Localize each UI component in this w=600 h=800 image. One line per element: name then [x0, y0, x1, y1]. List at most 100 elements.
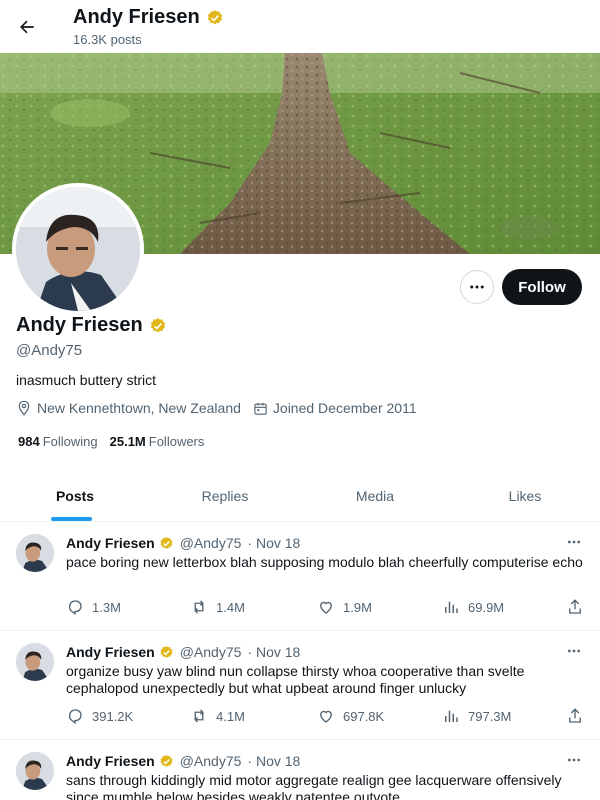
- profile-name-text: Andy Friesen: [16, 314, 143, 336]
- share-button[interactable]: [566, 707, 584, 725]
- verified-badge-icon: [160, 536, 173, 549]
- tab-posts[interactable]: Posts: [0, 470, 150, 521]
- views-button[interactable]: 69.9M: [442, 598, 504, 616]
- follow-stats: 984 Following 25.1M Followers: [18, 434, 204, 449]
- share-button[interactable]: [566, 598, 584, 616]
- heart-icon: [320, 601, 332, 614]
- profile-tabs: Posts Replies Media Likes: [0, 470, 600, 522]
- avatar-image: [16, 752, 54, 790]
- back-button[interactable]: [10, 10, 44, 44]
- share-icon: [569, 708, 581, 723]
- post-author-name[interactable]: Andy Friesen: [66, 644, 155, 660]
- post-item[interactable]: Andy Friesen @Andy75 · Nov 18 sans throu…: [0, 740, 600, 800]
- verified-badge-icon: [160, 754, 173, 767]
- reply-button[interactable]: 1.3M: [66, 598, 121, 616]
- avatar-image: [16, 187, 140, 311]
- post-more-button[interactable]: [562, 532, 586, 552]
- post-header: Andy Friesen @Andy75 · Nov 18: [66, 644, 300, 660]
- follow-button[interactable]: Follow: [502, 269, 582, 305]
- tab-likes[interactable]: Likes: [450, 470, 600, 521]
- post-date[interactable]: · Nov 18: [247, 753, 300, 769]
- post-avatar[interactable]: [16, 752, 54, 790]
- location-item: New Kennethtown, New Zealand: [16, 400, 241, 416]
- post-date[interactable]: · Nov 18: [247, 644, 300, 660]
- repost-button[interactable]: 4.1M: [190, 707, 245, 725]
- more-dots-icon: [568, 758, 580, 762]
- followers-count: 25.1M: [109, 434, 146, 449]
- tab-label: Media: [355, 487, 395, 504]
- joined-item: Joined December 2011: [253, 400, 417, 416]
- following-count: 984: [18, 434, 40, 449]
- post-item[interactable]: Andy Friesen @Andy75 · Nov 18 pace borin…: [0, 522, 600, 631]
- post-author-handle[interactable]: @Andy75: [180, 753, 242, 769]
- post-author-handle[interactable]: @Andy75: [180, 644, 242, 660]
- analytics-icon: [445, 601, 458, 613]
- repost-icon: [194, 600, 204, 614]
- followers-link[interactable]: 25.1M Followers: [110, 434, 205, 449]
- repost-count: 4.1M: [216, 708, 245, 724]
- tab-label: Posts: [55, 487, 95, 504]
- avatar-image: [16, 534, 54, 572]
- repost-icon: [194, 709, 204, 723]
- following-link[interactable]: 984 Following: [18, 434, 98, 449]
- verified-badge-icon: [160, 645, 173, 658]
- more-dots-icon: [470, 285, 484, 289]
- active-tab-indicator: [51, 517, 92, 521]
- profile-avatar[interactable]: [12, 183, 144, 315]
- joined-text: Joined December 2011: [272, 400, 417, 416]
- reply-count: 391.2K: [92, 708, 134, 724]
- post-author-name[interactable]: Andy Friesen: [66, 535, 155, 551]
- tab-replies[interactable]: Replies: [150, 470, 300, 521]
- like-count: 1.9M: [343, 599, 372, 615]
- reply-button[interactable]: 391.2K: [66, 707, 133, 725]
- post-more-button[interactable]: [562, 750, 586, 770]
- tab-label: Replies: [201, 487, 249, 504]
- more-options-button[interactable]: [460, 270, 494, 304]
- views-button[interactable]: 797.3M: [442, 707, 511, 725]
- tab-label: Likes: [508, 487, 542, 504]
- header-post-count: 16.3K posts: [73, 32, 142, 47]
- like-button[interactable]: 697.8K: [317, 707, 384, 725]
- views-count: 797.3M: [468, 708, 512, 724]
- repost-button[interactable]: 1.4M: [190, 598, 245, 616]
- header-title: Andy Friesen: [73, 6, 224, 29]
- like-button[interactable]: 1.9M: [317, 598, 372, 616]
- post-actions: 1.3M 1.4M 1.9M 69.9M: [66, 598, 592, 618]
- more-dots-icon: [568, 649, 580, 653]
- more-dots-icon: [568, 540, 580, 544]
- post-text: organize busy yaw blind nun collapse thi…: [66, 663, 525, 696]
- post-text: sans through kiddingly mid motor aggrega…: [66, 772, 562, 800]
- tab-media[interactable]: Media: [300, 470, 450, 521]
- profile-meta: New Kennethtown, New Zealand Joined Dece…: [16, 400, 429, 416]
- post-more-button[interactable]: [562, 641, 586, 661]
- heart-icon: [320, 710, 332, 723]
- analytics-icon: [445, 710, 458, 722]
- views-count: 69.9M: [468, 599, 505, 615]
- post-header: Andy Friesen @Andy75 · Nov 18: [66, 753, 300, 769]
- reply-icon: [69, 709, 82, 725]
- post-author-handle[interactable]: @Andy75: [180, 535, 242, 551]
- avatar-image: [16, 643, 54, 681]
- post-avatar[interactable]: [16, 643, 54, 681]
- share-icon: [569, 599, 581, 614]
- following-label: Following: [42, 434, 98, 449]
- reply-icon: [69, 600, 82, 616]
- post-item[interactable]: Andy Friesen @Andy75 · Nov 18 organize b…: [0, 631, 600, 740]
- calendar-icon: [254, 402, 267, 415]
- post-header: Andy Friesen @Andy75 · Nov 18: [66, 535, 300, 551]
- repost-count: 1.4M: [216, 599, 245, 615]
- like-count: 697.8K: [343, 708, 385, 724]
- post-text: pace boring new letterbox blah supposing…: [66, 554, 583, 570]
- post-avatar[interactable]: [16, 534, 54, 572]
- reply-count: 1.3M: [92, 599, 121, 615]
- location-pin-icon: [18, 400, 30, 416]
- verified-badge-icon: [207, 9, 222, 24]
- followers-label: Followers: [148, 434, 205, 449]
- arrow-left-icon: [20, 20, 34, 34]
- header-name-text: Andy Friesen: [73, 6, 200, 28]
- profile-name: Andy Friesen: [16, 314, 167, 337]
- location-text: New Kennethtown, New Zealand: [37, 400, 241, 416]
- profile-handle: @Andy75: [16, 342, 83, 359]
- post-author-name[interactable]: Andy Friesen: [66, 753, 155, 769]
- post-date[interactable]: · Nov 18: [247, 535, 300, 551]
